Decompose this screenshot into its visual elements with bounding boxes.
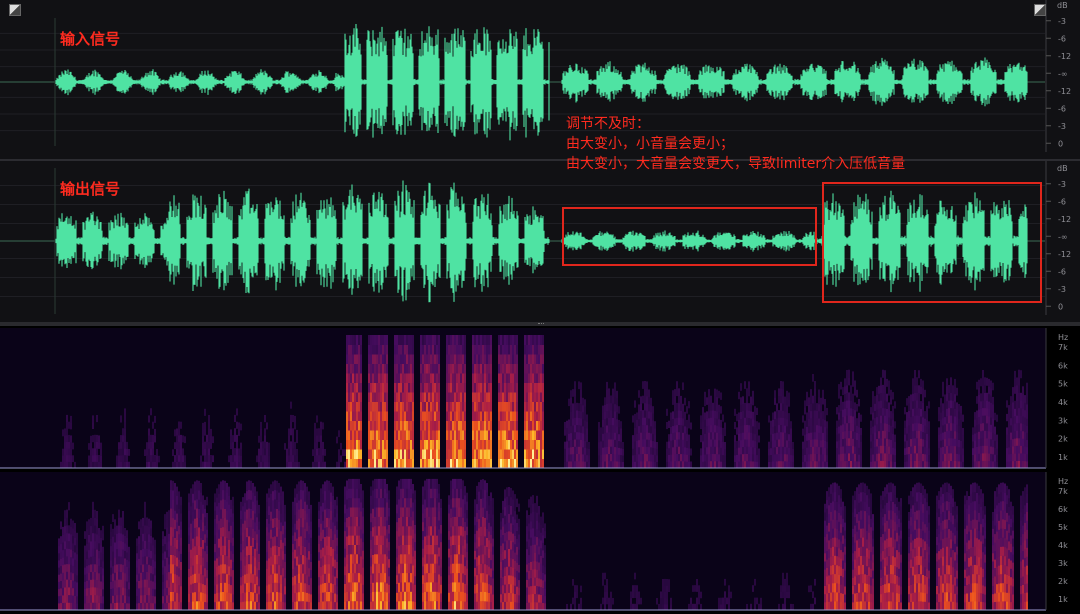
output-spectrogram-tick: 6k	[1058, 505, 1068, 514]
output-signal-label: 输出信号	[60, 180, 121, 198]
input-db-ruler-tick: -6	[1058, 104, 1066, 113]
spectrogram-panel[interactable]: Hz 7k 6k 5k 4k 3k 2k 1k Hz 7k 6k 5k 4k 3k 2k 1k	[0, 326, 1080, 614]
input-track	[0, 18, 1045, 146]
output-db-ruler-tick: -12	[1058, 250, 1071, 259]
output-db-ruler: dB -3 -6 -12 -∞ -12 -6 -3 0	[1045, 161, 1071, 315]
audio-editor: dB -3 -6 -12 -∞ -12 -6 -3 0 dB -3 -6 -12 -∞ -12 -6 -3 0 输…	[0, 0, 1080, 614]
highlight-box-limited	[822, 182, 1042, 303]
input-spectrogram-tick: 7k	[1058, 343, 1068, 352]
output-db-ruler-unit: dB	[1057, 164, 1068, 173]
output-spectrogram-tick: 2k	[1058, 577, 1068, 586]
input-db-ruler-tick: 0	[1058, 139, 1063, 148]
input-signal-label: 输入信号	[60, 30, 121, 48]
output-spectrogram: Hz7k 6k 5k 4k 3k 2k 1k	[0, 472, 1068, 611]
input-spectrogram: Hz7k 6k 5k 4k 3k 2k 1k	[0, 328, 1068, 469]
input-db-ruler-tick: -3	[1058, 122, 1066, 131]
output-spectrogram-tick: 4k	[1058, 541, 1068, 550]
input-db-ruler-tick: -6	[1058, 34, 1066, 43]
input-spectrogram-tick: 1k	[1058, 453, 1068, 462]
highlight-box-quieter	[562, 207, 817, 266]
output-spectrogram-tick: 1k	[1058, 595, 1068, 604]
input-db-ruler-tick: -∞	[1058, 69, 1068, 78]
output-spectrogram-tick: 5k	[1058, 523, 1068, 532]
input-db-ruler-tick: -12	[1058, 87, 1071, 96]
annotation-line-1: 调节不及时：	[566, 116, 650, 132]
spectrogram-display[interactable]: Hz7k6k5k4k3k2k1kHz7k6k5k4k3k2k1k	[0, 326, 1080, 614]
output-db-ruler-tick: -6	[1058, 197, 1066, 206]
input-db-ruler-tick: -12	[1058, 52, 1071, 61]
input-db-ruler: dB -3 -6 -12 -∞ -12 -6 -3 0	[1045, 0, 1071, 152]
output-db-ruler-tick: -∞	[1058, 232, 1068, 241]
output-db-ruler-tick: -3	[1058, 180, 1066, 189]
output-db-ruler-tick: 0	[1058, 302, 1063, 311]
output-db-ruler-tick: -3	[1058, 285, 1066, 294]
panel-expand-icon[interactable]	[1034, 4, 1046, 16]
annotation-line-3: 由大变小，大音量会变更大，导致limiter介入压低音量	[566, 156, 906, 172]
output-spectrogram-unit: Hz	[1058, 477, 1068, 486]
input-db-ruler-tick: -3	[1058, 17, 1066, 26]
input-spectrogram-tick: 3k	[1058, 416, 1068, 425]
input-spectrogram-tick: 2k	[1058, 435, 1068, 444]
input-db-ruler-unit: dB	[1057, 1, 1068, 10]
output-db-ruler-tick: -6	[1058, 267, 1066, 276]
input-spectrogram-unit: Hz	[1058, 333, 1068, 342]
waveform-panel[interactable]: dB -3 -6 -12 -∞ -12 -6 -3 0 dB -3 -6 -12 -∞ -12 -6 -3 0 输…	[0, 0, 1080, 322]
input-spectrogram-tick: 4k	[1058, 398, 1068, 407]
output-spectrogram-tick: 3k	[1058, 559, 1068, 568]
output-db-ruler-tick: -12	[1058, 215, 1071, 224]
output-spectrogram-tick: 7k	[1058, 487, 1068, 496]
panel-toggle-icon[interactable]	[9, 4, 21, 16]
annotation-line-2: 由大变小，小音量会更小；	[566, 136, 734, 152]
input-spectrogram-tick: 6k	[1058, 361, 1068, 370]
input-track-wave	[55, 24, 1028, 141]
input-spectrogram-tick: 5k	[1058, 380, 1068, 389]
